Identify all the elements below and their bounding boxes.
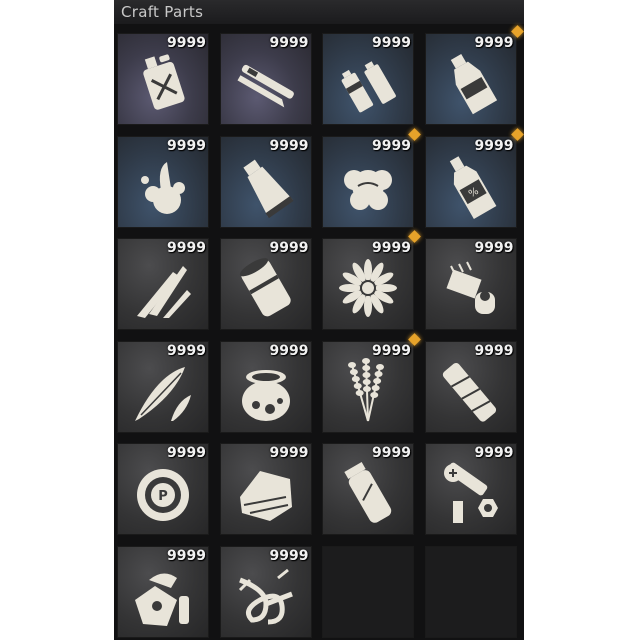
item-count: 9999 — [372, 240, 411, 256]
inventory-slot-knife-blades[interactable]: 9999 — [117, 238, 209, 330]
inventory-slot-whetstone[interactable]: 9999 — [117, 545, 209, 638]
inventory-slot-honey-pot[interactable]: 9999 — [219, 340, 312, 433]
craft-parts-panel: Craft Parts 9999 9999 9999 9999 9999 9999 9999… — [114, 0, 524, 640]
item-count: 9999 — [474, 445, 514, 461]
item-count: 9999 — [372, 342, 411, 359]
item-count: 9999 — [372, 137, 411, 154]
item-count: 9999 — [474, 240, 514, 256]
inventory-slot-tube[interactable]: 9999 — [219, 135, 312, 228]
inventory-slot-jerrycan[interactable]: 9999 — [117, 33, 209, 125]
inventory-slot-cloth-rags[interactable]: 9999 — [219, 443, 312, 535]
item-count: 9999 — [474, 35, 514, 51]
lavender-icon — [332, 355, 404, 427]
inventory-slot-bottle[interactable]: 9999 — [424, 25, 524, 125]
powder-tin-icon: P — [127, 457, 199, 529]
inventory-slot-rope-knot[interactable]: 9999 — [219, 545, 312, 638]
jerrycan-icon — [127, 47, 199, 119]
folding-knife-icon — [230, 47, 302, 119]
inventory-slot-bandage-roll[interactable]: 9999 — [424, 340, 517, 433]
inventory-slot-can[interactable]: 9999 — [219, 238, 312, 330]
item-count: 9999 — [167, 35, 206, 51]
vial-icon — [332, 457, 404, 529]
item-count: 9999 — [269, 35, 309, 51]
inventory-slot-feathers[interactable]: 9999 — [117, 340, 209, 433]
inventory-slot-screws-bolts[interactable]: 9999 — [424, 443, 517, 535]
electronic-parts-icon — [435, 252, 507, 324]
empty-inventory-slot[interactable] — [424, 545, 517, 638]
item-count: 9999 — [269, 342, 309, 359]
daisy-flower-icon — [332, 252, 404, 324]
panel-title: Craft Parts — [121, 3, 204, 21]
item-count: 9999 — [167, 547, 206, 564]
item-count: 9999 — [474, 137, 514, 154]
whetstone-icon — [127, 560, 199, 632]
item-count: 9999 — [167, 240, 206, 256]
item-count: 9999 — [269, 240, 309, 256]
tube-icon — [230, 150, 302, 222]
screws-bolts-icon — [435, 457, 507, 529]
inventory-slot-alcohol-bottle[interactable]: % 9999 — [424, 127, 524, 228]
item-count: 9999 — [474, 342, 514, 359]
inventory-slot-powder-tin[interactable]: P 9999 — [117, 443, 209, 535]
inventory-slot-folding-knife[interactable]: 9999 — [219, 33, 312, 125]
inventory-slot-lavender[interactable]: 9999 — [322, 332, 421, 433]
inventory-slot-glue-splash[interactable]: 9999 — [117, 135, 209, 228]
empty-inventory-slot[interactable] — [322, 545, 414, 638]
inventory-slot-electronic-parts[interactable]: 9999 — [424, 238, 517, 330]
inventory-slot-batteries[interactable]: 9999 — [322, 33, 414, 125]
knife-blades-icon — [127, 252, 199, 324]
bandage-roll-icon — [435, 355, 507, 427]
inventory-slot-cotton-flower[interactable]: 9999 — [322, 127, 421, 228]
cotton-flower-icon — [332, 150, 404, 222]
honey-pot-icon — [230, 355, 302, 427]
item-count: 9999 — [269, 547, 309, 564]
item-count: 9999 — [269, 137, 309, 154]
item-count: 9999 — [167, 137, 206, 154]
rope-knot-icon — [230, 560, 302, 632]
batteries-icon — [332, 47, 404, 119]
item-count: 9999 — [167, 445, 206, 461]
bottle-icon — [435, 47, 507, 119]
feathers-icon — [127, 355, 199, 427]
item-count: 9999 — [372, 35, 411, 51]
glue-splash-icon — [127, 150, 199, 222]
inventory-slot-vial[interactable]: 9999 — [322, 443, 414, 535]
item-count: 9999 — [167, 342, 206, 359]
svg-text:P: P — [158, 489, 168, 504]
panel-title-bar: Craft Parts — [114, 0, 524, 24]
cloth-rags-icon — [230, 457, 302, 529]
can-icon — [230, 252, 302, 324]
item-count: 9999 — [372, 445, 411, 461]
item-count: 9999 — [269, 445, 309, 461]
alcohol-bottle-icon: % — [435, 150, 507, 222]
inventory-slot-daisy-flower[interactable]: 9999 — [322, 230, 421, 330]
